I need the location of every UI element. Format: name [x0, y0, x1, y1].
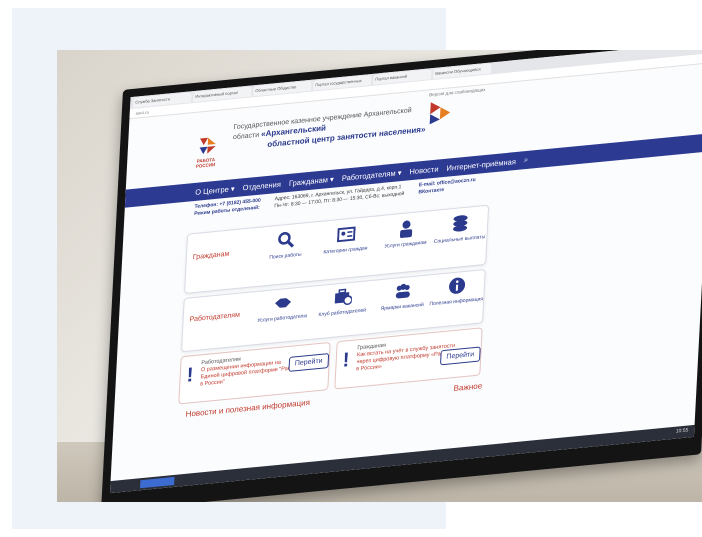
search-icon[interactable]: ⌕ [524, 155, 529, 165]
employers-club-item[interactable]: Клуб работодателей [309, 284, 376, 318]
rabota-rossii-logo-icon [199, 137, 216, 155]
nav-news[interactable]: Новости [409, 164, 439, 176]
panel-title: Гражданам [192, 250, 230, 262]
nav-reception[interactable]: Интернет-приёмная [446, 157, 516, 173]
item-label: Социальные выплаты [433, 233, 486, 245]
exclamation-icon: ! [342, 349, 350, 372]
id-card-icon [336, 226, 356, 243]
logo-caption: РАБОТА РОССИИ [195, 157, 216, 169]
item-label: Клуб работодателей [318, 307, 367, 319]
important-heading: Важное [453, 381, 483, 394]
go-button[interactable]: Перейти [439, 346, 481, 366]
citizen-categories-item[interactable]: Категории граждан [312, 222, 379, 256]
nav-about[interactable]: О Центре ▾ [195, 184, 235, 197]
item-label: Полезная информация [429, 296, 484, 308]
visually-impaired-link[interactable]: Версия для слабовидящих [429, 87, 486, 97]
exclamation-icon: ! [186, 364, 194, 387]
job-search-item[interactable]: Поиск работы [252, 228, 319, 262]
vk-link[interactable]: ВКонтакте [418, 187, 444, 196]
photo: Служба Занятости Интерактивный портал Об… [57, 50, 702, 502]
item-label: Категории граждан [323, 245, 368, 256]
nav-branches[interactable]: Отделения [242, 179, 281, 192]
notice-text: Работодателям О размещении информации на… [200, 351, 301, 389]
coins-icon [453, 215, 468, 232]
taskbar-clock: 10:55 [675, 427, 689, 435]
nav-citizens[interactable]: Гражданам ▾ [289, 174, 334, 187]
taskbar-button[interactable] [140, 476, 175, 489]
briefcase-clock-icon [334, 288, 353, 306]
monitor-screen: Служба Занятости Интерактивный портал Об… [109, 50, 702, 494]
employer-services-item[interactable]: Услуги работодателю [249, 290, 316, 324]
handshake-icon [275, 298, 292, 308]
notice-employers: ! Работодателям О размещении информации … [178, 341, 331, 405]
social-payments-item[interactable]: Социальные выплаты [426, 211, 493, 245]
panel-title: Работодателям [189, 311, 241, 324]
info-icon [449, 277, 466, 294]
person-icon [399, 220, 413, 239]
group-icon [395, 283, 410, 299]
notice-citizens: ! Гражданам Как встать на учёт в службу … [334, 327, 483, 390]
search-icon [278, 232, 295, 248]
useful-info-item[interactable]: Полезная информация [423, 273, 490, 307]
item-label: Поиск работы [269, 251, 302, 261]
nav-employers[interactable]: Работодателям ▾ [342, 168, 402, 183]
monitor: Служба Занятости Интерактивный портал Об… [101, 50, 702, 502]
go-button[interactable]: Перейти [288, 353, 329, 372]
item-label: Услуги работодателю [257, 313, 308, 324]
brand-logo-icon [429, 102, 451, 125]
email[interactable]: E-mail: office@aoczn.ru [419, 177, 476, 189]
